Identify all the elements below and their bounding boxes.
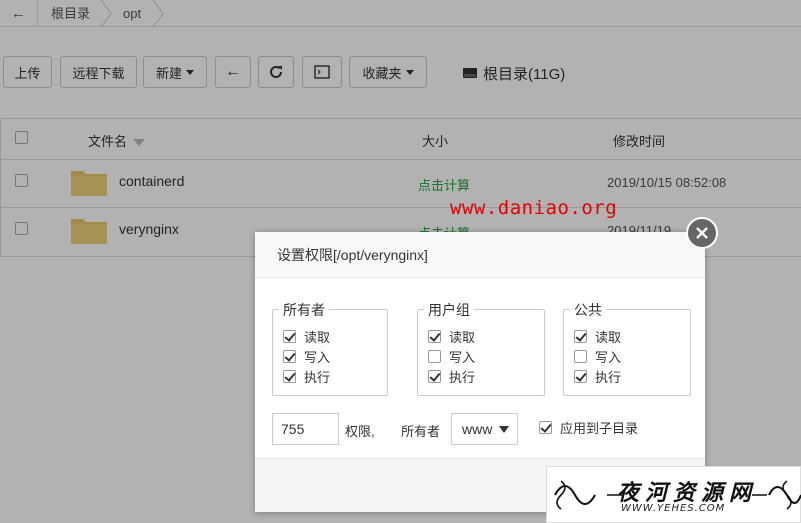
owner-write-option[interactable]: 写入 — [283, 347, 330, 366]
checkbox-checked[interactable] — [428, 330, 441, 343]
apply-subdir-option[interactable]: 应用到子目录 — [539, 418, 638, 437]
checkbox-unchecked[interactable] — [574, 350, 587, 363]
owner-permissions-group: 所有者 读取 写入 执行 — [272, 301, 388, 396]
group-legend: 所有者 — [279, 301, 329, 319]
checkbox-checked[interactable] — [539, 421, 552, 434]
dialog-close-button[interactable] — [686, 217, 718, 249]
perm-label: 写入 — [595, 350, 622, 365]
owner-select[interactable]: www — [451, 413, 518, 445]
public-read-option[interactable]: 读取 — [574, 327, 621, 346]
checkbox-checked[interactable] — [428, 370, 441, 383]
group-exec-option[interactable]: 执行 — [428, 367, 475, 386]
apply-subdir-label: 应用到子目录 — [560, 421, 639, 436]
perm-label: 执行 — [595, 370, 622, 385]
group-legend: 用户组 — [424, 301, 474, 319]
perm-label: 读取 — [595, 330, 622, 345]
permission-mode-input[interactable]: 755 — [272, 413, 339, 445]
public-exec-option[interactable]: 执行 — [574, 367, 621, 386]
checkbox-unchecked[interactable] — [428, 350, 441, 363]
checkbox-checked[interactable] — [283, 370, 296, 383]
checkbox-checked[interactable] — [283, 350, 296, 363]
checkbox-checked[interactable] — [574, 330, 587, 343]
perm-label: 写入 — [304, 350, 331, 365]
chevron-down-icon — [499, 426, 509, 433]
owner-select-value: www — [462, 421, 493, 437]
owner-read-option[interactable]: 读取 — [283, 327, 330, 346]
perm-label: 读取 — [304, 330, 331, 345]
watermark-text: www.daniao.org — [450, 197, 618, 219]
public-permissions-group: 公共 读取 写入 执行 — [563, 301, 691, 396]
public-write-option[interactable]: 写入 — [574, 347, 621, 366]
group-legend: 公共 — [570, 301, 606, 319]
perm-label: 执行 — [449, 370, 476, 385]
checkbox-checked[interactable] — [574, 370, 587, 383]
group-write-option[interactable]: 写入 — [428, 347, 475, 366]
dialog-title: 设置权限[/opt/verynginx] — [255, 232, 705, 278]
site-logo-stamp: 夜河资源网 WWW.YEHES.COM — [546, 466, 801, 523]
perm-label: 读取 — [449, 330, 476, 345]
close-icon — [696, 227, 708, 239]
group-read-option[interactable]: 读取 — [428, 327, 475, 346]
mode-label: 权限, — [345, 424, 375, 439]
stamp-english-text: WWW.YEHES.COM — [621, 503, 726, 514]
perm-label: 执行 — [304, 370, 331, 385]
owner-select-label: 所有者 — [401, 424, 441, 439]
group-permissions-group: 用户组 读取 写入 执行 — [417, 301, 545, 396]
owner-exec-option[interactable]: 执行 — [283, 367, 330, 386]
perm-label: 写入 — [449, 350, 476, 365]
checkbox-checked[interactable] — [283, 330, 296, 343]
